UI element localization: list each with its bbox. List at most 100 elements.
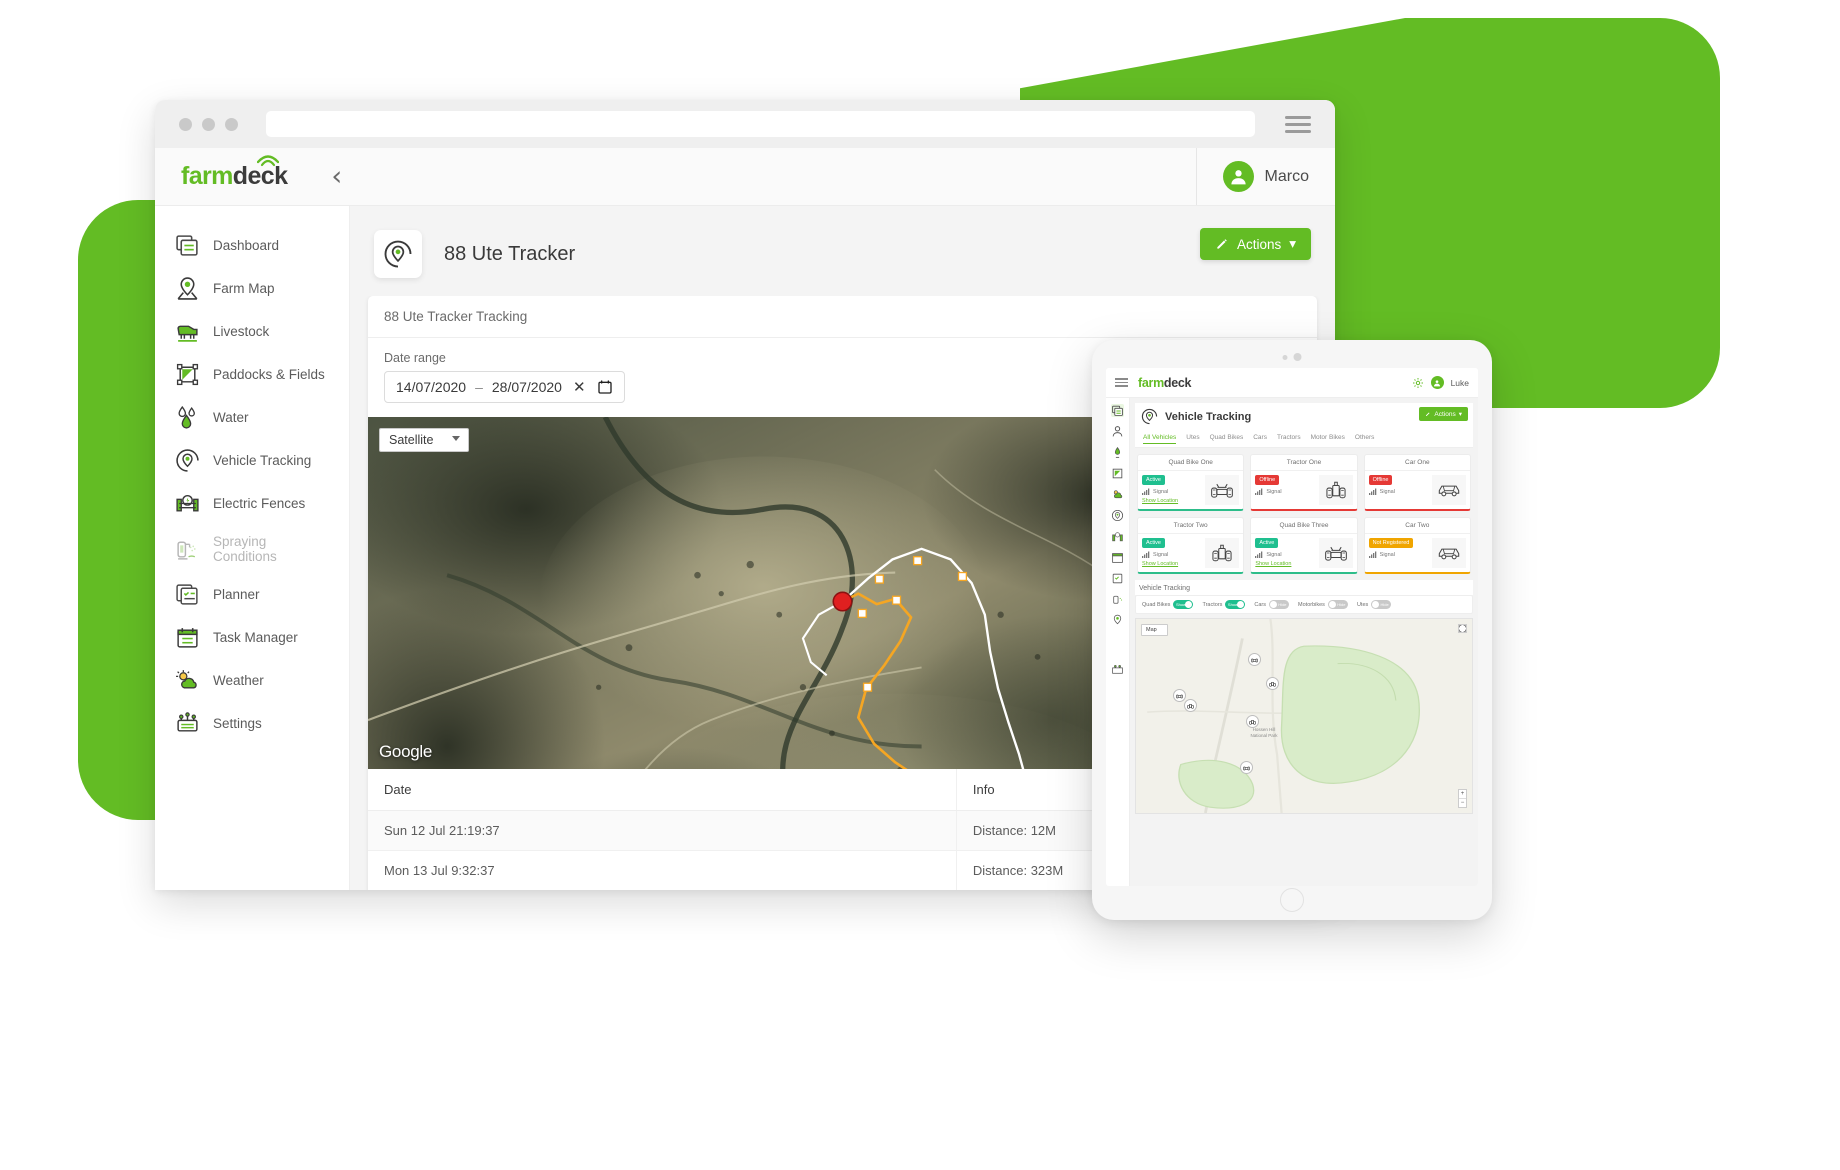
window-close-dot[interactable]: [179, 118, 192, 131]
sidebar-item-dashboard[interactable]: Dashboard: [155, 224, 349, 267]
task-manager-icon[interactable]: [1111, 551, 1124, 564]
paddocks-icon: [175, 362, 200, 387]
tab-cars[interactable]: Cars: [1253, 434, 1267, 444]
tablet-main: Vehicle Tracking Actions ▾ All Vehicles …: [1130, 398, 1478, 886]
tablet-body: Vehicle Tracking Actions ▾ All Vehicles …: [1106, 398, 1478, 886]
toggle-switch[interactable]: Hide: [1371, 600, 1391, 609]
toggle-state: Show: [1176, 602, 1186, 607]
vehicle-filter-toggles: Quad Bikes Show Tractors Show Cars: [1135, 595, 1473, 614]
toggle-switch[interactable]: Hide: [1269, 600, 1289, 609]
sidebar-item-livestock[interactable]: Livestock: [155, 310, 349, 353]
spraying-icon[interactable]: [1111, 593, 1124, 606]
sidebar-item-farm-map[interactable]: Farm Map: [155, 267, 349, 310]
map-vehicle-pin[interactable]: [1248, 653, 1261, 666]
clear-date-icon[interactable]: ✕: [570, 380, 589, 395]
tablet-map-type-select[interactable]: Map: [1141, 624, 1168, 636]
actions-button-label: Actions: [1237, 237, 1281, 252]
status-badge: Offline: [1255, 475, 1279, 485]
tab-all-vehicles[interactable]: All Vehicles: [1143, 434, 1176, 444]
settings-icon[interactable]: [1111, 663, 1124, 676]
sidebar-item-water[interactable]: Water: [155, 396, 349, 439]
map-vehicle-pin[interactable]: [1240, 761, 1253, 774]
toggle-state: Show: [1228, 602, 1238, 607]
tab-others[interactable]: Others: [1355, 434, 1375, 444]
map-zoom-controls[interactable]: + −: [1458, 789, 1467, 808]
sidebar-item-task-manager[interactable]: Task Manager: [155, 616, 349, 659]
vehicle-card[interactable]: Car One Offline: [1364, 454, 1471, 511]
vehicle-thumbnail: [1319, 538, 1353, 568]
tablet-actions-button[interactable]: Actions ▾: [1419, 407, 1468, 421]
toggle-quad-bikes[interactable]: Quad Bikes Show: [1142, 600, 1193, 609]
toggle-switch[interactable]: Show: [1225, 600, 1245, 609]
water-icon: [175, 405, 200, 430]
map-vehicle-pin[interactable]: [1173, 689, 1186, 702]
tablet-icon-rail: [1106, 398, 1130, 886]
window-minimize-dot[interactable]: [202, 118, 215, 131]
water-icon[interactable]: [1111, 446, 1124, 459]
toggle-switch[interactable]: Hide: [1328, 600, 1348, 609]
tab-tractors[interactable]: Tractors: [1277, 434, 1301, 444]
window-controls: [179, 118, 238, 131]
weather-icon[interactable]: [1111, 488, 1124, 501]
fullscreen-icon[interactable]: [1458, 624, 1467, 633]
date-range-input[interactable]: 14/07/2020 – 28/07/2020 ✕: [384, 371, 625, 403]
toggle-tractors[interactable]: Tractors Show: [1202, 600, 1245, 609]
tablet-home-button[interactable]: [1280, 888, 1304, 912]
quadbike-icon: [1323, 542, 1349, 564]
gear-icon[interactable]: [1412, 377, 1424, 389]
zoom-in-button[interactable]: +: [1459, 790, 1466, 799]
vehicle-tracking-icon: [383, 239, 413, 269]
tab-motor-bikes[interactable]: Motor Bikes: [1311, 434, 1345, 444]
show-location-link[interactable]: Show Location: [1142, 561, 1201, 567]
map-vehicle-pin[interactable]: [1184, 699, 1197, 712]
dashboard-icon[interactable]: [1111, 404, 1124, 417]
sidebar-item-electric-fences[interactable]: Electric Fences: [155, 482, 349, 525]
date-range-to: 28/07/2020: [492, 379, 562, 395]
menu-icon[interactable]: [1115, 378, 1128, 387]
livestock-icon[interactable]: [1111, 425, 1124, 438]
show-location-link[interactable]: Show Location: [1255, 561, 1314, 567]
map-vehicle-pin[interactable]: [1266, 677, 1279, 690]
sidebar-item-planner[interactable]: Planner: [155, 573, 349, 616]
tablet-map[interactable]: Map + −: [1135, 618, 1473, 814]
address-bar[interactable]: [266, 111, 1255, 137]
planner-icon[interactable]: [1111, 572, 1124, 585]
column-header-date: Date: [368, 769, 956, 811]
electric-fence-icon[interactable]: [1111, 530, 1124, 543]
signal-indicator: Signal: [1369, 551, 1428, 558]
tab-quad-bikes[interactable]: Quad Bikes: [1210, 434, 1244, 444]
toggle-motorbikes[interactable]: Motorbikes Hide: [1298, 600, 1348, 609]
vehicle-card[interactable]: Quad Bike Three Active: [1250, 517, 1357, 574]
map-type-select[interactable]: MapSatellite: [379, 428, 469, 452]
vehicle-tracking-icon[interactable]: [1111, 509, 1124, 522]
farm-map-icon: [175, 276, 200, 301]
calendar-icon[interactable]: [597, 379, 613, 395]
actions-button[interactable]: Actions ▾: [1200, 228, 1311, 260]
tab-utes[interactable]: Utes: [1186, 434, 1199, 444]
vehicle-card[interactable]: Tractor One Offline: [1250, 454, 1357, 511]
farm-map-icon[interactable]: [1111, 614, 1124, 627]
zoom-out-button[interactable]: −: [1459, 799, 1466, 807]
edit-icon: [1215, 237, 1229, 251]
sidebar-item-paddocks-fields[interactable]: Paddocks & Fields: [155, 353, 349, 396]
electric-fence-icon: [175, 491, 200, 516]
toggle-label: Motorbikes: [1298, 602, 1325, 608]
user-menu[interactable]: Marco: [1196, 148, 1309, 205]
toggle-switch[interactable]: Show: [1173, 600, 1193, 609]
vehicle-card[interactable]: Car Two Not Registered: [1364, 517, 1471, 574]
sidebar-item-settings[interactable]: Settings: [155, 702, 349, 745]
window-maximize-dot[interactable]: [225, 118, 238, 131]
vehicle-card[interactable]: Quad Bike One Active: [1137, 454, 1244, 511]
sidebar-item-spraying-conditions[interactable]: Spraying Conditions: [155, 525, 349, 573]
sidebar-item-weather[interactable]: Weather: [155, 659, 349, 702]
toggle-cars[interactable]: Cars Hide: [1254, 600, 1289, 609]
paddocks-icon[interactable]: [1111, 467, 1124, 480]
sidebar-item-vehicle-tracking[interactable]: Vehicle Tracking: [155, 439, 349, 482]
tractor-icon: [1186, 702, 1195, 710]
browser-menu-icon[interactable]: [1285, 116, 1311, 133]
show-location-link[interactable]: Show Location: [1142, 498, 1201, 504]
tractor-icon: [1248, 718, 1257, 726]
back-button[interactable]: ‹: [331, 163, 342, 190]
toggle-utes[interactable]: Utes Hide: [1357, 600, 1391, 609]
vehicle-card[interactable]: Tractor Two Active: [1137, 517, 1244, 574]
